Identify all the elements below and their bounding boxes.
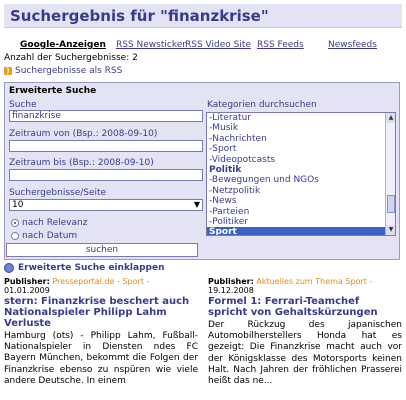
category-item[interactable]: -Netzpolitik	[207, 186, 395, 196]
category-item[interactable]: -Politiker	[207, 217, 395, 227]
radio-relevance[interactable]	[11, 219, 19, 227]
rss-link-label: Suchergebnisse als RSS	[15, 66, 123, 76]
date-from-label: Zeitraum von (Bsp.: 2008-09-10)	[9, 129, 158, 139]
tab-rss-newsticker[interactable]: RSS Newsticker	[116, 40, 186, 50]
search-input[interactable]: finanzkrise	[9, 110, 203, 122]
tab-newsfeeds[interactable]: Newsfeeds	[328, 40, 377, 50]
per-page-value: 10	[12, 200, 24, 210]
sort-relevance-option[interactable]: nach Relevanz	[11, 218, 87, 228]
rss-link[interactable]: ) Suchergebnisse als RSS	[4, 66, 122, 76]
tab-bar: Google-Anzeigen RSS Newsticker RSS Video…	[0, 40, 406, 52]
per-page-select[interactable]: 10 ▼	[9, 199, 203, 211]
category-item[interactable]: -Parteien	[207, 207, 395, 217]
category-group[interactable]: Politik	[207, 165, 395, 175]
date-to-input[interactable]	[9, 169, 203, 181]
category-item-selected[interactable]: Sport	[207, 227, 395, 235]
scroll-down-icon[interactable]: ▼	[386, 225, 395, 235]
collapse-advanced-search-link[interactable]: Erweiterte Suche einklappen	[4, 263, 164, 273]
search-label: Suche	[9, 100, 37, 110]
sort-date-label: nach Datum	[22, 231, 78, 241]
result-date: 01.01.2009	[4, 286, 50, 295]
date-to-label: Zeitraum bis (Bsp.: 2008-09-10)	[9, 158, 154, 168]
chevron-down-icon: ▼	[193, 200, 200, 209]
category-item[interactable]: -Musik	[207, 123, 395, 133]
collapse-label: Erweiterte Suche einklappen	[18, 263, 165, 273]
category-item[interactable]: -Literatur	[207, 113, 395, 123]
results-count: Anzahl der Suchergebnisse: 2	[4, 53, 138, 63]
results-list: Publisher: Presseportal.de - Sport - 01.…	[4, 277, 402, 400]
result-snippet: Der Rückzug des japanischen Automobilher…	[208, 320, 402, 387]
result-title-link[interactable]: Formel 1: Ferrari-Teamchef spricht von G…	[208, 296, 402, 318]
publisher-source[interactable]: Presseportal.de - Sport -	[52, 277, 149, 286]
category-item[interactable]: -Videopotcasts	[207, 155, 395, 165]
result-meta: Publisher: Aktuelles zum Thema Sport - 1…	[208, 277, 402, 295]
search-button[interactable]: suchen	[6, 243, 198, 257]
result-item: Publisher: Aktuelles zum Thema Sport - 1…	[208, 277, 402, 400]
result-item: Publisher: Presseportal.de - Sport - 01.…	[4, 277, 198, 400]
sort-relevance-label: nach Relevanz	[22, 218, 88, 228]
category-scrollbar[interactable]: ▲ ▼	[385, 113, 395, 235]
category-item[interactable]: -Nachrichten	[207, 134, 395, 144]
radio-date[interactable]	[11, 232, 19, 240]
scroll-up-icon[interactable]: ▲	[386, 113, 395, 123]
result-meta: Publisher: Presseportal.de - Sport - 01.…	[4, 277, 198, 295]
page-header: Suchergebnis für "finanzkrise"	[4, 4, 402, 28]
categories-label: Kategorien durchsuchen	[207, 100, 317, 110]
tab-rss-feeds[interactable]: RSS Feeds	[257, 40, 304, 50]
scroll-thumb[interactable]	[387, 195, 395, 213]
result-date: 19.12.2008	[208, 286, 254, 295]
publisher-label: Publisher:	[208, 277, 254, 286]
publisher-label: Publisher:	[4, 277, 50, 286]
advanced-search-title: Erweiterte Suche	[9, 86, 97, 96]
tab-rss-video-site[interactable]: RSS Video Site	[185, 40, 251, 50]
tab-google-anzeigen[interactable]: Google-Anzeigen	[20, 40, 106, 50]
sort-date-option[interactable]: nach Datum	[11, 231, 77, 241]
per-page-label: Suchergebnisse/Seite	[9, 188, 107, 198]
date-from-input[interactable]	[9, 140, 203, 152]
category-listbox[interactable]: -Literatur -Musik -Nachrichten -Sport -V…	[206, 112, 396, 236]
page-title: Suchergebnis für "finanzkrise"	[10, 7, 269, 25]
result-snippet: Hamburg (ots) - Philipp Lahm, Fußball-Na…	[4, 331, 198, 386]
result-title-link[interactable]: stern: Finanzkrise beschert auch Nationa…	[4, 296, 198, 329]
rss-icon: )	[4, 67, 12, 75]
category-item[interactable]: -News	[207, 196, 395, 206]
publisher-source[interactable]: Aktuelles zum Thema Sport -	[256, 277, 372, 286]
collapse-icon	[4, 263, 14, 273]
category-item[interactable]: -Sport	[207, 144, 395, 154]
category-item[interactable]: -Bewegungen und NGOs	[207, 175, 395, 185]
